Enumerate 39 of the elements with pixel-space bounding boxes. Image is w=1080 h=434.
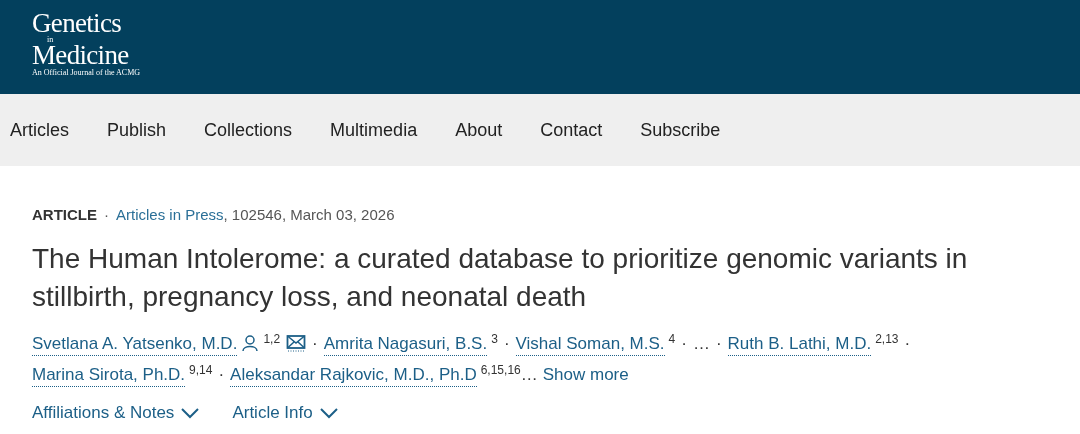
separator-dot: ·	[904, 332, 911, 355]
author-link[interactable]: Aleksandar Rajkovic, M.D., Ph.D	[230, 363, 477, 387]
author-link[interactable]: Amrita Nagasuri, B.S.	[323, 332, 488, 356]
nav-link[interactable]: Multimedia	[330, 116, 418, 144]
ellipsis: …	[520, 363, 538, 386]
affiliation-number: 1,2	[263, 331, 281, 346]
article-type: ARTICLE	[32, 205, 97, 225]
separator-dot: ·	[218, 363, 225, 386]
affiliation-number: 6,15,16	[480, 362, 521, 377]
article-details: , 102546, March 03, 2026	[223, 205, 395, 225]
separator-dot: ·	[312, 332, 318, 355]
article-title: The Human Intolerome: a curated database to prioritize genomic variants in stillbirth, pregnancy loss, and neonatal death	[32, 241, 969, 314]
author-link[interactable]: Marina Sirota, Ph.D.	[32, 363, 186, 387]
separator-dot: ·	[104, 205, 109, 225]
nav-link[interactable]: Publish	[107, 116, 167, 144]
mail-icon[interactable]	[286, 334, 307, 352]
expand-toggle[interactable]: Article Info	[232, 399, 339, 425]
author-link[interactable]: Vishal Soman, M.S.	[515, 332, 665, 356]
nav-link[interactable]: Articles	[10, 116, 69, 144]
nav-link[interactable]: Subscribe	[640, 116, 721, 144]
nav-link[interactable]: About	[455, 116, 503, 144]
separator-dot: ·	[681, 332, 687, 355]
author-link[interactable]: Svetlana A. Yatsenko, M.D.	[32, 332, 238, 356]
affiliation-number: 9,14	[189, 362, 213, 377]
chevron-icon	[180, 407, 201, 420]
affiliation-number: 3	[491, 331, 498, 346]
journal-logo[interactable]: Genetics in Medicine An Official Journal of the ACMG	[32, 10, 141, 78]
ellipsis: …	[692, 332, 710, 355]
chevron-icon	[318, 407, 339, 420]
section-link[interactable]: Articles in Press	[116, 204, 224, 227]
author-link[interactable]: Ruth B. Lathi, M.D.	[727, 332, 872, 356]
nav-link[interactable]: Collections	[204, 116, 293, 144]
separator-dot: ·	[715, 332, 722, 355]
separator-dot: ·	[503, 332, 510, 355]
nav-link[interactable]: Contact	[540, 116, 603, 144]
affiliation-number: 2,13	[875, 331, 899, 346]
expand-toggle[interactable]: Affiliations & Notes	[32, 399, 201, 425]
affiliation-number: 4	[668, 331, 676, 346]
show-more-link[interactable]: Show more	[542, 358, 629, 390]
